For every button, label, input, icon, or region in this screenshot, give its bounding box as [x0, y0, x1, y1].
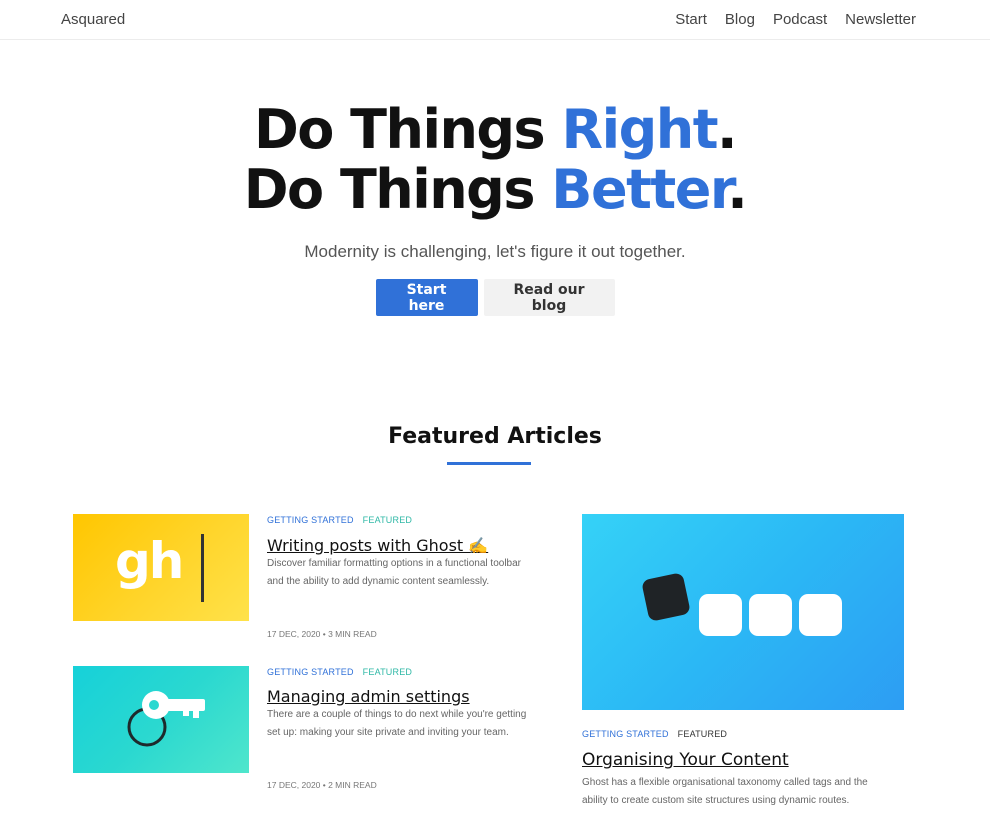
- nav-start-link[interactable]: Start: [675, 11, 707, 28]
- article-3-excerpt: Ghost has a flexible organisational taxo…: [582, 777, 868, 806]
- hero-line-1: Do Things Right.: [253, 98, 738, 161]
- tag-featured[interactable]: FEATURED: [678, 729, 727, 739]
- article-1-tags: GETTING STARTED FEATURED: [267, 515, 412, 525]
- hero-headline: Do Things Right. Do Things Better.: [0, 100, 990, 220]
- article-2-image[interactable]: [73, 666, 249, 773]
- article-1-image[interactable]: gh: [73, 514, 249, 621]
- nav-newsletter-link[interactable]: Newsletter: [845, 11, 916, 28]
- featured-section-title: Featured Articles: [388, 424, 602, 449]
- nav-blog-link[interactable]: Blog: [725, 11, 755, 28]
- article-1-excerpt: Discover familiar formatting options in …: [267, 558, 522, 587]
- site-brand-link[interactable]: Asquared: [61, 11, 125, 28]
- article-2-title[interactable]: Managing admin settings: [267, 687, 470, 706]
- hero-line-2-end: .: [727, 158, 748, 221]
- tag-getting-started[interactable]: GETTING STARTED: [267, 515, 354, 525]
- content-blocks-icon: [642, 573, 842, 636]
- text-cursor-icon: [201, 534, 204, 602]
- article-2-tags: GETTING STARTED FEATURED: [267, 667, 412, 677]
- article-1-meta: 17 DEC, 2020 • 3 MIN READ: [267, 629, 377, 639]
- read-blog-button[interactable]: Read our blog: [483, 279, 615, 316]
- tag-getting-started[interactable]: GETTING STARTED: [582, 729, 669, 739]
- hero-line-2: Do Things Better.: [243, 158, 748, 221]
- ghost-logo-text: gh: [115, 532, 184, 590]
- hero-actions: Start here Read our blog: [0, 279, 990, 316]
- main-nav: Start Blog Podcast Newsletter: [675, 11, 916, 28]
- hero-line-1-main: Do Things: [253, 98, 562, 161]
- key-icon: [127, 691, 205, 747]
- article-3-title[interactable]: Organising Your Content: [582, 750, 789, 770]
- hero: Do Things Right. Do Things Better.: [0, 100, 990, 220]
- tag-featured[interactable]: FEATURED: [363, 667, 412, 677]
- article-3-tags: GETTING STARTED FEATURED: [582, 729, 727, 739]
- hero-line-1-end: .: [717, 98, 738, 161]
- article-2-meta: 17 DEC, 2020 • 2 MIN READ: [267, 780, 377, 790]
- tag-featured[interactable]: FEATURED: [363, 515, 412, 525]
- section-title-underline: [447, 462, 531, 465]
- hero-line-1-accent: Right: [561, 98, 719, 161]
- nav-podcast-link[interactable]: Podcast: [773, 11, 827, 28]
- top-bar: Asquared Start Blog Podcast Newsletter: [0, 0, 990, 40]
- hero-line-2-main: Do Things: [243, 158, 552, 221]
- article-2-excerpt: There are a couple of things to do next …: [267, 709, 527, 738]
- article-1-title[interactable]: Writing posts with Ghost ✍️: [267, 536, 488, 555]
- hero-tagline: Modernity is challenging, let's figure i…: [304, 242, 686, 261]
- hero-line-2-accent: Better: [551, 158, 728, 221]
- start-here-button[interactable]: Start here: [375, 279, 478, 316]
- article-3-image[interactable]: [582, 514, 904, 710]
- tag-getting-started[interactable]: GETTING STARTED: [267, 667, 354, 677]
